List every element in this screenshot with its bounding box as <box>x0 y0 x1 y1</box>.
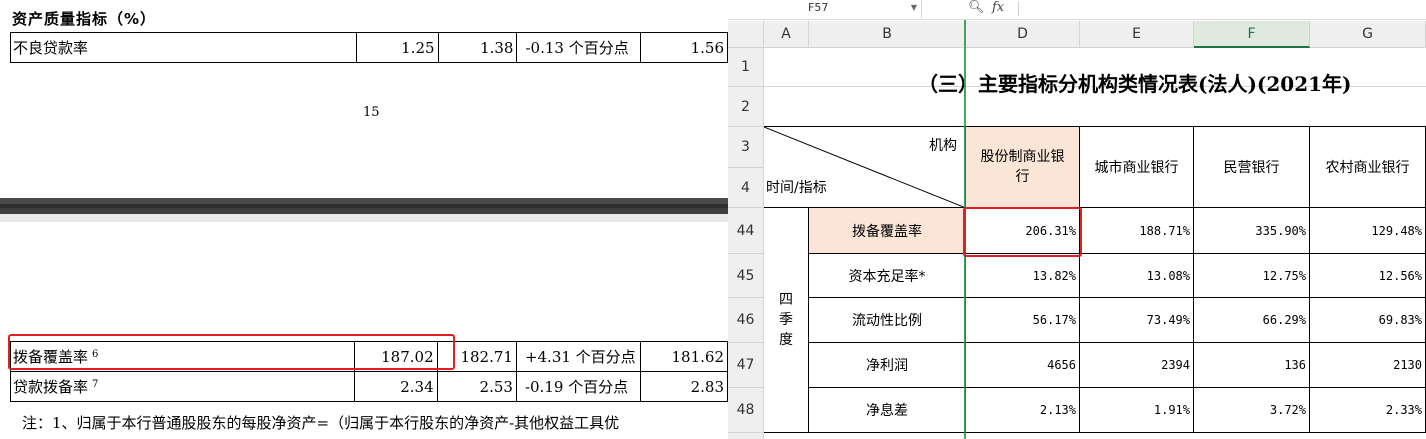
column-header-d[interactable]: D <box>966 21 1080 48</box>
row-header-3[interactable]: 3 <box>728 127 764 168</box>
annotation-highlight-box <box>963 207 1082 257</box>
value-cell[interactable]: 13.08% <box>1080 254 1194 298</box>
value-cell: 2.34 <box>354 371 438 402</box>
row-header-44[interactable]: 44 <box>728 208 764 254</box>
column-title-joint-stock[interactable]: 股份制商业银行 <box>966 127 1080 208</box>
divider <box>1018 2 1019 16</box>
indicator-cell[interactable]: 净息差 <box>809 388 966 433</box>
indicator-cell[interactable]: 资本充足率* <box>809 254 966 298</box>
change-cell: -0.19 个百分点 <box>515 371 641 402</box>
footnote-text: 注：1、归属于本行普通股股东的每股净资产=（归属于本行股东的净资产-其他权益工具… <box>22 414 620 432</box>
value-cell[interactable]: 4656 <box>966 343 1080 388</box>
value-cell[interactable]: 136 <box>1194 343 1310 388</box>
fx-icon[interactable]: fx <box>992 0 1004 16</box>
column-title-rural-bank[interactable]: 农村商业银行 <box>1310 127 1426 208</box>
value-cell: 1.25 <box>355 32 439 63</box>
row-header-47[interactable]: 47 <box>728 343 764 388</box>
value-cell[interactable]: 335.90% <box>1194 208 1310 254</box>
document-page-upper: 资产质量指标（%） 不良贷款率 1.25 1.38 -0.13 个百分点 1.5… <box>0 0 728 198</box>
indicator-cell[interactable]: 拨备覆盖率 <box>809 208 966 254</box>
sheet-title: （三）主要指标分机构类情况表(法人)(2021年) <box>918 72 1352 96</box>
row-header-2[interactable]: 2 <box>728 87 764 127</box>
change-cell: +4.31 个百分点 <box>515 341 641 372</box>
document-pane: 资产质量指标（%） 不良贷款率 1.25 1.38 -0.13 个百分点 1.5… <box>0 0 728 439</box>
value-cell[interactable]: 12.56% <box>1310 254 1426 298</box>
column-header-a[interactable]: A <box>764 21 809 48</box>
value-cell[interactable]: 3.72% <box>1194 388 1310 433</box>
value-cell[interactable]: 129.48% <box>1310 208 1426 254</box>
value-cell[interactable]: 66.29% <box>1194 298 1310 343</box>
change-cell: -0.13 个百分点 <box>516 32 642 63</box>
value-cell: 181.62 <box>639 341 728 372</box>
annotation-highlight-box <box>8 334 455 370</box>
value-cell[interactable]: 2.13% <box>966 388 1080 433</box>
table-row: 不良贷款率 1.25 1.38 -0.13 个百分点 1.56 <box>10 32 728 63</box>
value-cell[interactable]: 56.17% <box>966 298 1080 343</box>
value-cell: 1.38 <box>437 32 518 63</box>
row-header-partial[interactable] <box>728 433 764 439</box>
row-label: 贷款拨备率 7 <box>9 371 356 402</box>
column-header-e[interactable]: E <box>1080 21 1194 48</box>
value-cell: 2.53 <box>436 371 517 402</box>
name-box[interactable]: F57 ▼ <box>738 0 922 18</box>
document-page-lower: 拨备覆盖率 6 187.02 182.71 +4.31 个百分点 181.62 贷… <box>0 222 728 439</box>
row-header-45[interactable]: 45 <box>728 254 764 298</box>
diagonal-line <box>764 127 966 208</box>
column-header-g[interactable]: G <box>1310 21 1426 48</box>
value-cell[interactable]: 188.71% <box>1080 208 1194 254</box>
value-cell[interactable]: 2.33% <box>1310 388 1426 433</box>
row-header-48[interactable]: 48 <box>728 388 764 433</box>
column-title-city-bank[interactable]: 城市商业银行 <box>1080 127 1194 208</box>
value-cell[interactable]: 73.49% <box>1080 298 1194 343</box>
indicator-cell[interactable]: 净利润 <box>809 343 966 388</box>
formula-bar: F57 ▼ 🔍︎ fx <box>728 0 1426 20</box>
period-cell[interactable]: 四季度 <box>764 208 809 433</box>
column-header-f[interactable]: F <box>1194 21 1310 48</box>
row-label: 不良贷款率 <box>10 32 357 63</box>
row-header-46[interactable]: 46 <box>728 298 764 343</box>
page-separator <box>0 198 728 222</box>
value-cell: 2.83 <box>639 371 728 402</box>
footnote-mark: 7 <box>92 379 99 390</box>
zoom-icon[interactable]: 🔍︎ <box>968 0 985 16</box>
row-header-1[interactable]: 1 <box>728 48 764 87</box>
select-all-corner[interactable] <box>728 21 764 48</box>
table-row: 贷款拨备率 7 2.34 2.53 -0.19 个百分点 2.83 <box>9 371 728 402</box>
column-title-private-bank[interactable]: 民营银行 <box>1194 127 1310 208</box>
value-cell: 1.56 <box>640 32 728 63</box>
row-header-4[interactable]: 4 <box>728 168 764 208</box>
indicator-cell[interactable]: 流动性比例 <box>809 298 966 343</box>
asset-quality-table-top: 不良贷款率 1.25 1.38 -0.13 个百分点 1.56 <box>10 32 728 63</box>
value-cell[interactable]: 2394 <box>1080 343 1194 388</box>
value-cell[interactable]: 2130 <box>1310 343 1426 388</box>
value-cell[interactable]: 13.82% <box>966 254 1080 298</box>
value-cell[interactable]: 1.91% <box>1080 388 1194 433</box>
section-title: 资产质量指标（%） <box>12 10 157 28</box>
value-cell[interactable]: 69.83% <box>1310 298 1426 343</box>
chevron-down-icon[interactable]: ▼ <box>911 0 917 16</box>
column-header-b[interactable]: B <box>809 21 966 48</box>
value-cell[interactable]: 12.75% <box>1194 254 1310 298</box>
page-number: 15 <box>363 105 380 120</box>
